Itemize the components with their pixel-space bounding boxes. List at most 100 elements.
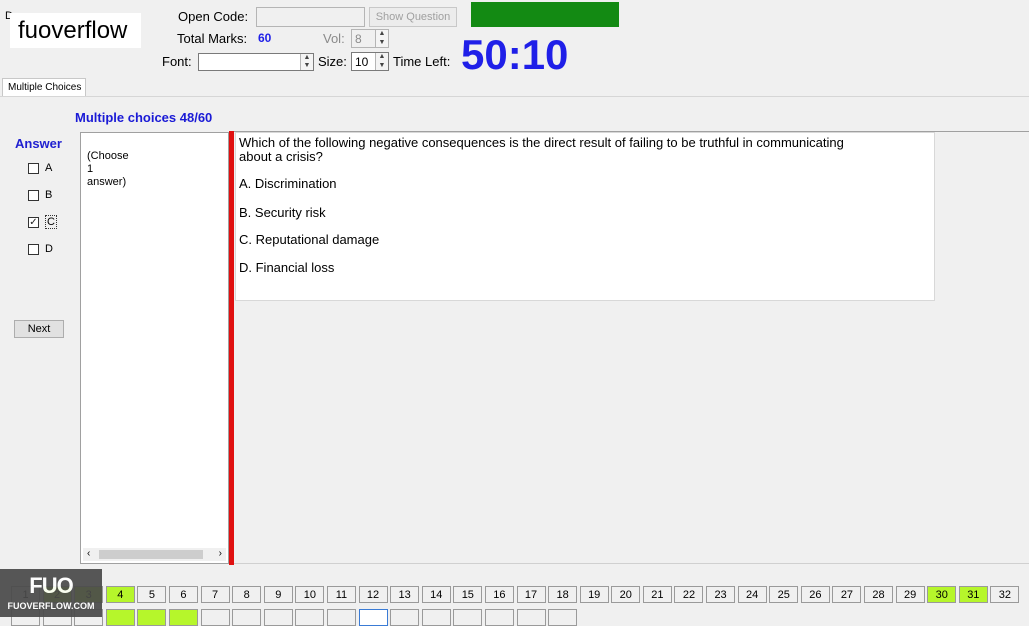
font-spin-icon[interactable]: ▲ ▼ [300, 54, 313, 70]
question-nav-button[interactable]: 28 [864, 586, 894, 603]
question-nav-button[interactable]: 32 [990, 586, 1020, 603]
question-nav-button[interactable]: 8 [232, 586, 262, 603]
size-spin-icon[interactable]: ▲ ▼ [375, 53, 388, 70]
vol-spin-icon[interactable]: ▲ ▼ [375, 30, 388, 47]
size-value: 10 [355, 55, 369, 69]
checkbox-a[interactable] [28, 162, 39, 174]
size-stepper[interactable]: 10 ▲ ▼ [351, 52, 389, 71]
question-nav-button[interactable] [168, 609, 198, 626]
question-nav-button[interactable] [200, 609, 230, 626]
question-nav-button[interactable] [548, 609, 578, 626]
instruction-line-2: 1 [87, 163, 94, 175]
size-label: Size: [318, 54, 347, 69]
font-label: Font: [162, 54, 192, 69]
question-nav-button[interactable]: 26 [800, 586, 830, 603]
option-b-label: B [45, 189, 53, 201]
scroll-right-icon[interactable]: › [219, 548, 222, 559]
option-d-label: D [45, 243, 53, 255]
question-nav-button[interactable] [263, 609, 293, 626]
option-c-label: C [45, 215, 57, 229]
question-nav-button[interactable]: 21 [642, 586, 672, 603]
question-nav-row-1: 1234567891011121314151617181920212223242… [11, 586, 1020, 603]
scrollbar-thumb[interactable] [99, 550, 203, 559]
question-nav-button[interactable]: 20 [611, 586, 641, 603]
question-nav-button[interactable]: 4 [105, 586, 135, 603]
question-nav-button[interactable]: 6 [168, 586, 198, 603]
answer-heading: Answer [15, 136, 62, 151]
watermark: FUO FUOVERFLOW.COM [0, 569, 102, 617]
section-title: Multiple choices 48/60 [75, 110, 213, 125]
vol-label: Vol: [323, 31, 345, 46]
vol-value: 8 [355, 32, 362, 46]
choice-a: A. Discrimination [239, 176, 337, 191]
question-nav-button[interactable] [390, 609, 420, 626]
instruction-line-3: answer) [87, 176, 127, 188]
next-button[interactable]: Next [14, 320, 64, 338]
watermark-site: FUOVERFLOW.COM [7, 601, 95, 611]
question-nav-button[interactable] [232, 609, 262, 626]
option-c[interactable]: ✓ C [28, 215, 57, 229]
question-nav-button[interactable]: 18 [548, 586, 578, 603]
instruction-panel: (Choose 1 answer) ‹ › [80, 132, 229, 564]
option-a-label: A [45, 162, 53, 174]
question-nav-button[interactable] [516, 609, 546, 626]
checkbox-d[interactable] [28, 243, 39, 255]
question-panel: Which of the following negative conseque… [235, 132, 935, 301]
question-bottom-border [234, 563, 1029, 564]
question-nav-button[interactable]: 9 [263, 586, 293, 603]
logo: fuoverflow [10, 13, 141, 48]
status-indicator [471, 2, 619, 27]
question-nav-button[interactable] [484, 609, 514, 626]
option-a[interactable]: A [28, 161, 52, 175]
question-nav-button[interactable] [453, 609, 483, 626]
question-nav-button[interactable]: 12 [358, 586, 388, 603]
question-nav-button[interactable]: 24 [737, 586, 767, 603]
choice-d: D. Financial loss [239, 260, 335, 275]
question-nav-button[interactable] [137, 609, 167, 626]
instruction-line-1: (Choose [87, 150, 129, 162]
question-nav-button[interactable]: 30 [927, 586, 957, 603]
option-b[interactable]: B [28, 188, 52, 202]
option-d[interactable]: D [28, 242, 53, 256]
question-nav-button[interactable]: 5 [137, 586, 167, 603]
watermark-logo-icon: FUO [29, 573, 73, 598]
checkbox-b[interactable] [28, 189, 39, 201]
question-text-line-1: Which of the following negative conseque… [239, 135, 844, 150]
vol-stepper[interactable]: 8 ▲ ▼ [351, 29, 389, 48]
question-nav-button[interactable] [421, 609, 451, 626]
question-nav-button[interactable]: 19 [579, 586, 609, 603]
open-code-input[interactable] [256, 7, 365, 27]
question-nav-button[interactable]: 23 [706, 586, 736, 603]
question-nav-button[interactable]: 16 [484, 586, 514, 603]
question-nav-button[interactable]: 27 [832, 586, 862, 603]
question-nav-button[interactable]: 22 [674, 586, 704, 603]
question-nav-button[interactable]: 29 [895, 586, 925, 603]
show-question-button[interactable]: Show Question [369, 7, 457, 27]
question-nav-button[interactable]: 7 [200, 586, 230, 603]
checkbox-c[interactable]: ✓ [28, 216, 39, 228]
question-text-line-2: about a crisis? [239, 149, 323, 164]
choice-b: B. Security risk [239, 205, 326, 220]
question-nav-button[interactable]: 31 [958, 586, 988, 603]
question-nav-button[interactable] [105, 609, 135, 626]
question-nav-button[interactable] [326, 609, 356, 626]
question-nav-button[interactable] [358, 609, 388, 626]
question-nav-button[interactable]: 14 [421, 586, 451, 603]
question-nav-button[interactable]: 13 [390, 586, 420, 603]
choice-c: C. Reputational damage [239, 232, 380, 247]
question-nav-button[interactable]: 11 [326, 586, 356, 603]
horizontal-scrollbar[interactable]: ‹ › [83, 548, 226, 561]
tab-divider [0, 96, 1029, 97]
time-left-label: Time Left: [393, 54, 451, 69]
question-nav-button[interactable]: 10 [295, 586, 325, 603]
question-nav-button[interactable]: 15 [453, 586, 483, 603]
timer: 50:10 [461, 31, 569, 78]
question-nav-button[interactable] [295, 609, 325, 626]
splitter-bar[interactable] [229, 131, 234, 565]
font-select[interactable]: ▲ ▼ [198, 53, 314, 71]
scroll-left-icon[interactable]: ‹ [87, 548, 90, 559]
total-marks-value: 60 [258, 31, 272, 45]
question-nav-button[interactable]: 17 [516, 586, 546, 603]
tab-multiple-choices[interactable]: Multiple Choices [2, 78, 86, 97]
question-nav-button[interactable]: 25 [769, 586, 799, 603]
